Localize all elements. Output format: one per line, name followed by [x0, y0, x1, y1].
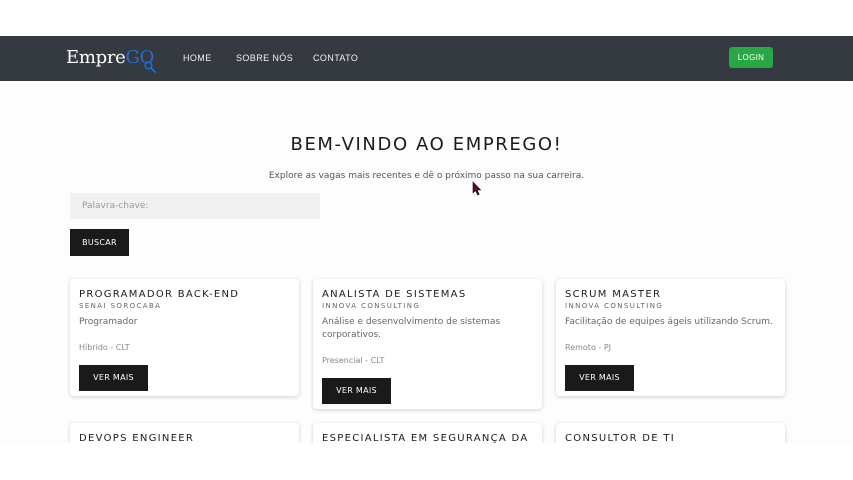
job-card: ANALISTA DE SISTEMAS INNOVA CONSULTING A… [313, 279, 542, 409]
ver-mais-button[interactable]: VER MAIS [565, 365, 634, 391]
mouse-cursor-icon [472, 181, 482, 196]
job-title: SCRUM MASTER [565, 289, 662, 300]
nav-link-home[interactable]: HOME [183, 53, 212, 63]
ver-mais-button[interactable]: VER MAIS [79, 365, 148, 391]
job-card: PROGRAMADOR BACK-END SENAI SOROCABA Prog… [70, 279, 299, 396]
job-meta: Híbrido - CLT [79, 343, 130, 352]
job-company: INNOVA CONSULTING [322, 302, 421, 310]
job-meta: Remoto - PJ [565, 343, 611, 352]
nav-link-sobre-nos[interactable]: SOBRE NÓS [236, 53, 293, 63]
job-company: SENAI SOROCABA [79, 302, 162, 310]
job-company: INNOVA CONSULTING [565, 302, 664, 310]
job-description: Facilitação de equipes ágeis utilizando … [565, 317, 773, 327]
ver-mais-button[interactable]: VER MAIS [322, 378, 391, 404]
job-description: Programador [79, 317, 138, 327]
job-title: PROGRAMADOR BACK-END [79, 289, 240, 300]
job-description: Análise e desenvolvimento de sistemas co… [322, 317, 501, 340]
page-subtitle: Explore as vagas mais recentes e dê o pr… [268, 171, 585, 181]
search-button[interactable]: BUSCAR [70, 229, 129, 256]
nav-link-contato[interactable]: CONTATO [313, 53, 358, 63]
viewport-bottom [0, 443, 853, 480]
brand-text-part1: Empre [66, 47, 126, 68]
job-title: ANALISTA DE SISTEMAS [322, 289, 467, 300]
search-input[interactable] [70, 193, 320, 219]
brand-logo[interactable]: EmpreGO [66, 47, 156, 73]
navbar: EmpreGO HOME SOBRE NÓS CONTATO LOGIN [0, 36, 853, 81]
login-button[interactable]: LOGIN [729, 47, 773, 68]
magnifier-icon [144, 61, 156, 73]
job-meta: Presencial - CLT [322, 356, 385, 365]
job-card: SCRUM MASTER INNOVA CONSULTING Facilitaç… [556, 279, 785, 396]
page-title: BEM-VINDO AO EMPREGO! [290, 134, 563, 155]
